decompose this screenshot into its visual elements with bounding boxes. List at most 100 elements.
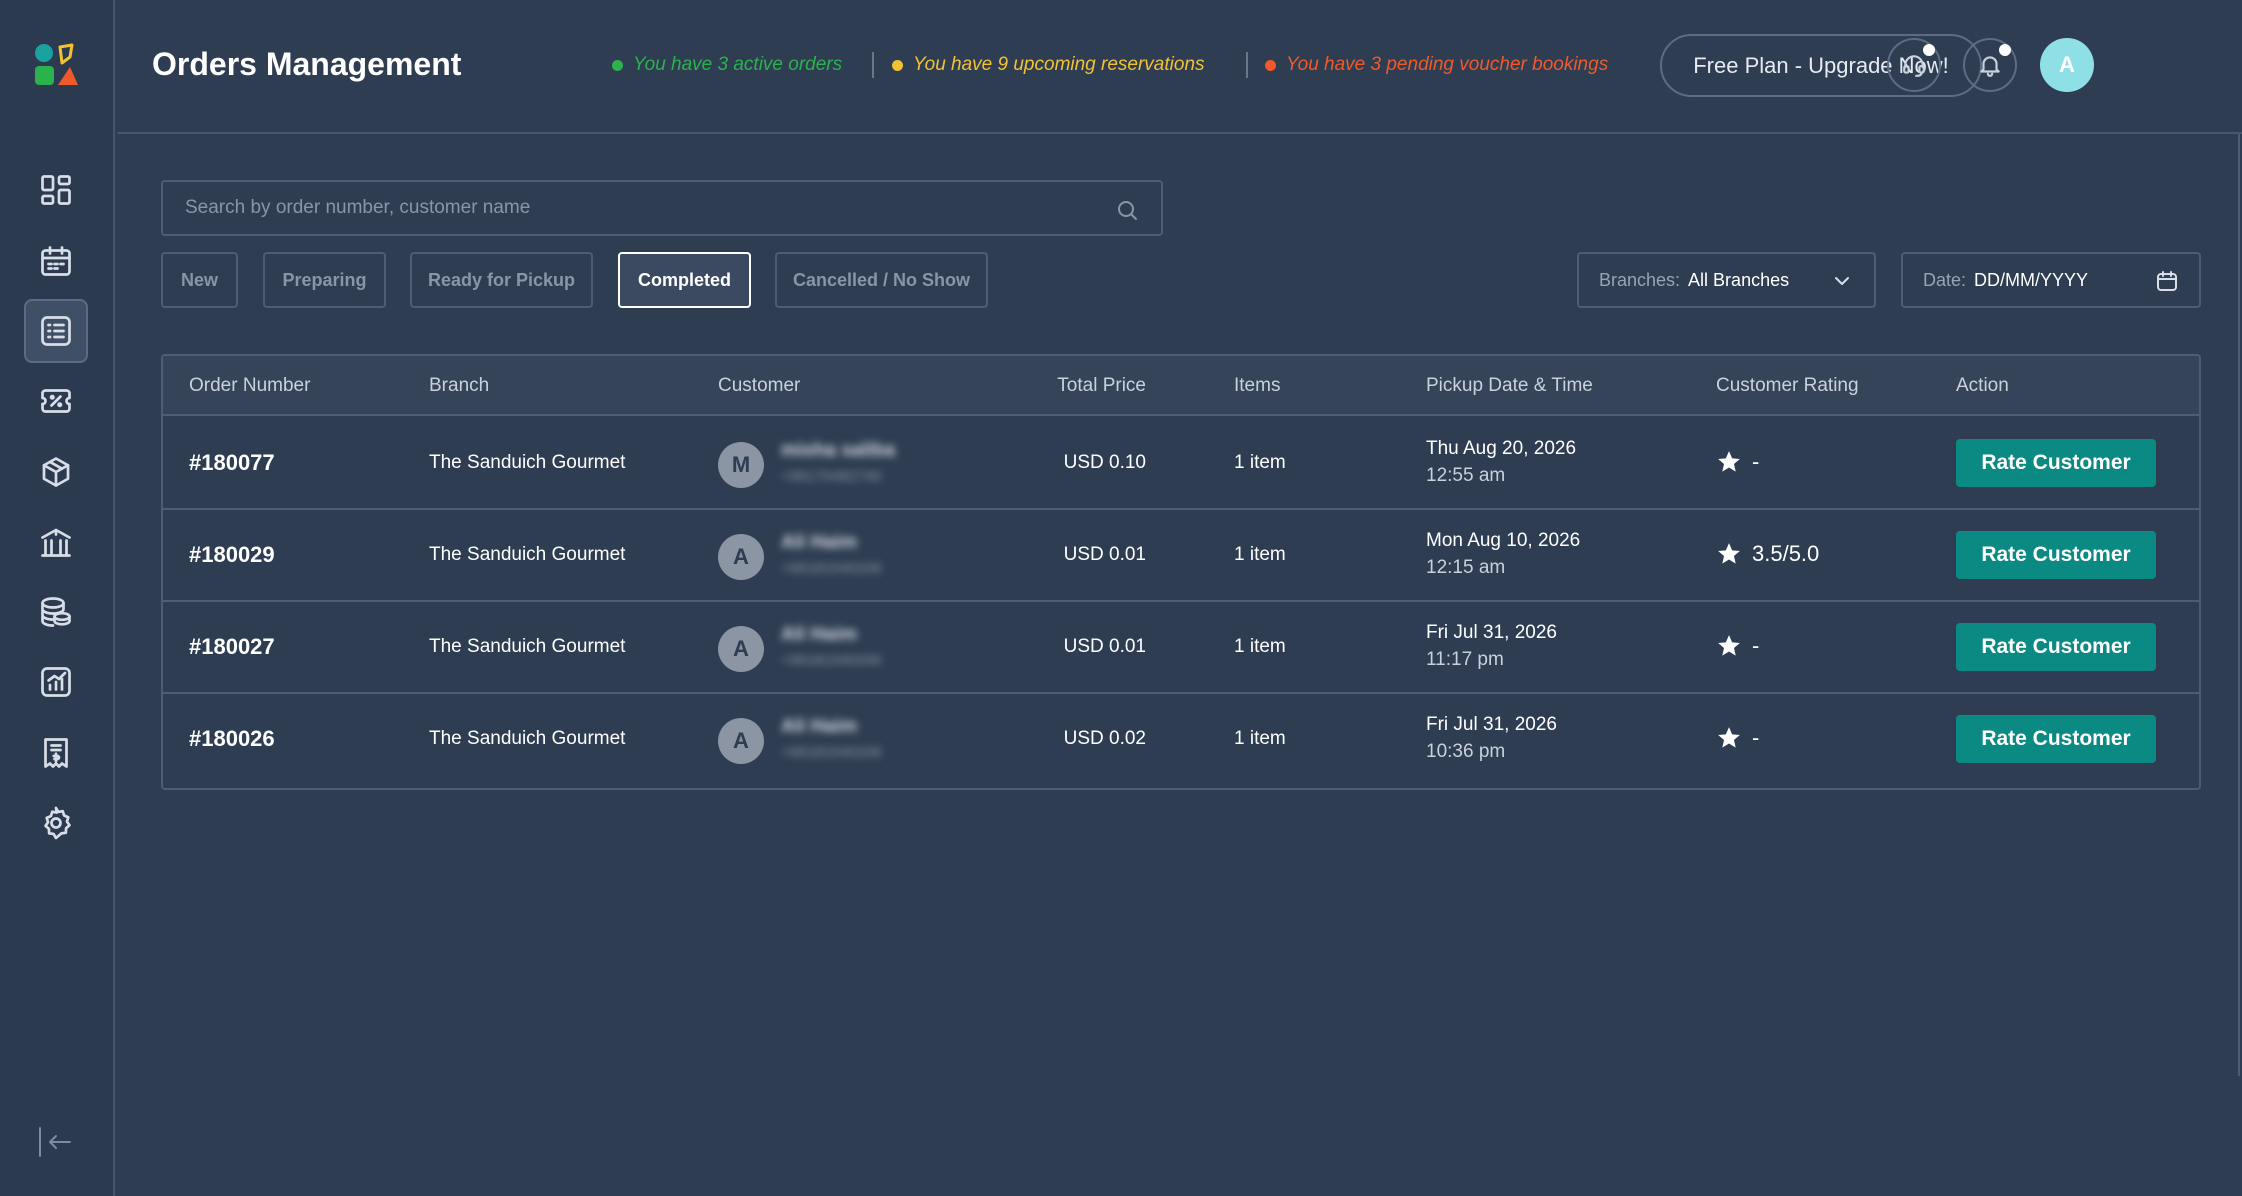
active-orders-status[interactable]: You have 3 active orders — [612, 54, 842, 76]
calendar-icon — [41, 246, 71, 276]
rating-value: 3.5/5.0 — [1752, 541, 1820, 566]
column-header-branch[interactable]: Branch — [429, 375, 489, 397]
box-icon — [42, 457, 70, 487]
support-button[interactable] — [1887, 38, 1941, 92]
tab-new[interactable]: New — [161, 252, 238, 308]
order-number[interactable]: #180027 — [189, 634, 275, 660]
pickup-date: Fri Jul 31, 2026 — [1426, 714, 1557, 735]
tab-ready-for-pickup[interactable]: Ready for Pickup — [410, 252, 593, 308]
customer-name: Ali Haim — [781, 716, 858, 737]
sidebar-item-products[interactable] — [24, 440, 88, 504]
column-header-customer[interactable]: Customer — [718, 375, 800, 397]
order-number[interactable]: #180077 — [189, 450, 275, 476]
branch-name: The Sanduich Gourmet — [429, 452, 626, 473]
status-divider — [1246, 52, 1248, 78]
sidebar-item-reservations[interactable] — [24, 229, 88, 293]
sidebar-item-settings[interactable] — [24, 791, 88, 855]
chevron-down-icon — [1830, 269, 1854, 293]
column-header-action: Action — [1956, 375, 2009, 396]
notification-dot — [1999, 44, 2011, 56]
table-row[interactable]: #180077 The Sanduich Gourmet M misha sal… — [163, 418, 2199, 510]
table-row[interactable]: #180027 The Sanduich Gourmet A Ali Haim … — [163, 602, 2199, 694]
rating-value: - — [1752, 725, 1760, 750]
star-icon — [1718, 635, 1740, 656]
tab-completed[interactable]: Completed — [618, 252, 751, 308]
gear-icon — [44, 806, 71, 840]
pickup-time: 12:55 am — [1426, 465, 1506, 486]
tab-cancelled-no-show[interactable]: Cancelled / No Show — [775, 252, 988, 308]
table-row[interactable]: #180029 The Sanduich Gourmet A Ali Haim … — [163, 510, 2199, 602]
order-number[interactable]: #180026 — [189, 726, 275, 752]
search-box — [161, 180, 1163, 236]
rate-customer-button[interactable]: Rate Customer — [1956, 715, 2156, 763]
orders-table: Order Number Branch Customer Total Price… — [161, 354, 2201, 790]
date-picker[interactable]: Date: DD/MM/YYYY — [1901, 252, 2201, 308]
rate-customer-button[interactable]: Rate Customer — [1956, 623, 2156, 671]
sidebar-item-finance[interactable] — [24, 580, 88, 644]
bell-icon — [1980, 56, 2000, 77]
customer-avatar: M — [718, 442, 764, 488]
customer-name: Ali Haim — [781, 624, 858, 645]
pickup-time: 11:17 pm — [1426, 649, 1504, 670]
branch-icon — [41, 528, 71, 557]
branch-name: The Sanduich Gourmet — [429, 636, 626, 657]
customer-rating: - — [1716, 725, 1759, 751]
total-price: USD 0.01 — [1063, 544, 1146, 565]
logout-button[interactable] — [36, 1124, 74, 1160]
pickup-date: Thu Aug 20, 2026 — [1426, 438, 1577, 459]
rate-customer-button[interactable]: Rate Customer — [1956, 531, 2156, 579]
upcoming-reservations-status[interactable]: You have 9 upcoming reservations — [892, 54, 1205, 76]
column-header-pickup-date[interactable]: Pickup Date & Time — [1426, 375, 1593, 397]
search-input[interactable] — [163, 182, 1161, 234]
rating-value: - — [1752, 633, 1760, 658]
customer-phone: +96170482740 — [781, 468, 882, 485]
date-label: Date: — [1923, 269, 1967, 290]
status-dot — [612, 59, 623, 71]
sidebar-item-dashboard[interactable] — [24, 158, 88, 222]
column-header-total-price[interactable]: Total Price — [1057, 375, 1146, 397]
column-header-items[interactable]: Items — [1234, 375, 1280, 397]
rating-value: - — [1752, 449, 1760, 474]
customer-rating: - — [1716, 449, 1759, 475]
sidebar — [0, 0, 115, 1196]
table-header: Order Number Branch Customer Total Price… — [163, 356, 2199, 416]
coins-icon — [41, 597, 71, 627]
page-title: Orders Management — [152, 46, 462, 82]
branches-dropdown[interactable]: Branches: All Branches — [1577, 252, 1876, 308]
table-row[interactable]: #180026 The Sanduich Gourmet A Ali Haim … — [163, 694, 2199, 786]
customer-rating: 3.5/5.0 — [1716, 541, 1819, 567]
orders-list-icon — [41, 316, 71, 346]
rate-customer-button[interactable]: Rate Customer — [1956, 439, 2156, 487]
items-count: 1 item — [1234, 544, 1286, 565]
search-icon — [1115, 198, 1139, 222]
notifications-button[interactable] — [1963, 38, 2017, 92]
pending-vouchers-status[interactable]: You have 3 pending voucher bookings — [1265, 54, 1608, 76]
customer-name: Ali Haim — [781, 532, 858, 553]
status-text: You have 3 pending voucher bookings — [1286, 54, 1609, 75]
pickup-time: 10:36 pm — [1426, 741, 1506, 762]
dashboard-icon — [41, 175, 71, 205]
tab-preparing[interactable]: Preparing — [263, 252, 386, 308]
star-icon — [1718, 543, 1740, 564]
status-dot — [892, 59, 903, 71]
sidebar-item-analytics[interactable] — [24, 650, 88, 714]
order-number[interactable]: #180029 — [189, 542, 275, 568]
pickup-date: Mon Aug 10, 2026 — [1426, 530, 1581, 551]
top-header: Orders Management You have 3 active orde… — [117, 0, 2242, 134]
sidebar-item-vouchers[interactable] — [24, 369, 88, 433]
user-avatar[interactable]: A — [2040, 38, 2094, 92]
branches-value: All Branches — [1688, 269, 1790, 290]
sidebar-item-billing[interactable] — [24, 721, 88, 785]
sidebar-item-orders[interactable] — [24, 299, 88, 363]
date-value: DD/MM/YYYY — [1974, 269, 2089, 290]
column-header-order-number[interactable]: Order Number — [189, 375, 310, 397]
customer-avatar: A — [718, 626, 764, 672]
receipt-icon — [44, 738, 68, 768]
column-header-customer-rating[interactable]: Customer Rating — [1716, 375, 1859, 397]
star-icon — [1718, 727, 1740, 748]
customer-name: misha saliba — [781, 440, 896, 461]
brand-logo[interactable] — [32, 41, 80, 89]
sidebar-item-branches[interactable] — [24, 510, 88, 574]
customer-phone: +96181540206 — [781, 560, 882, 577]
customer-rating: - — [1716, 633, 1759, 659]
